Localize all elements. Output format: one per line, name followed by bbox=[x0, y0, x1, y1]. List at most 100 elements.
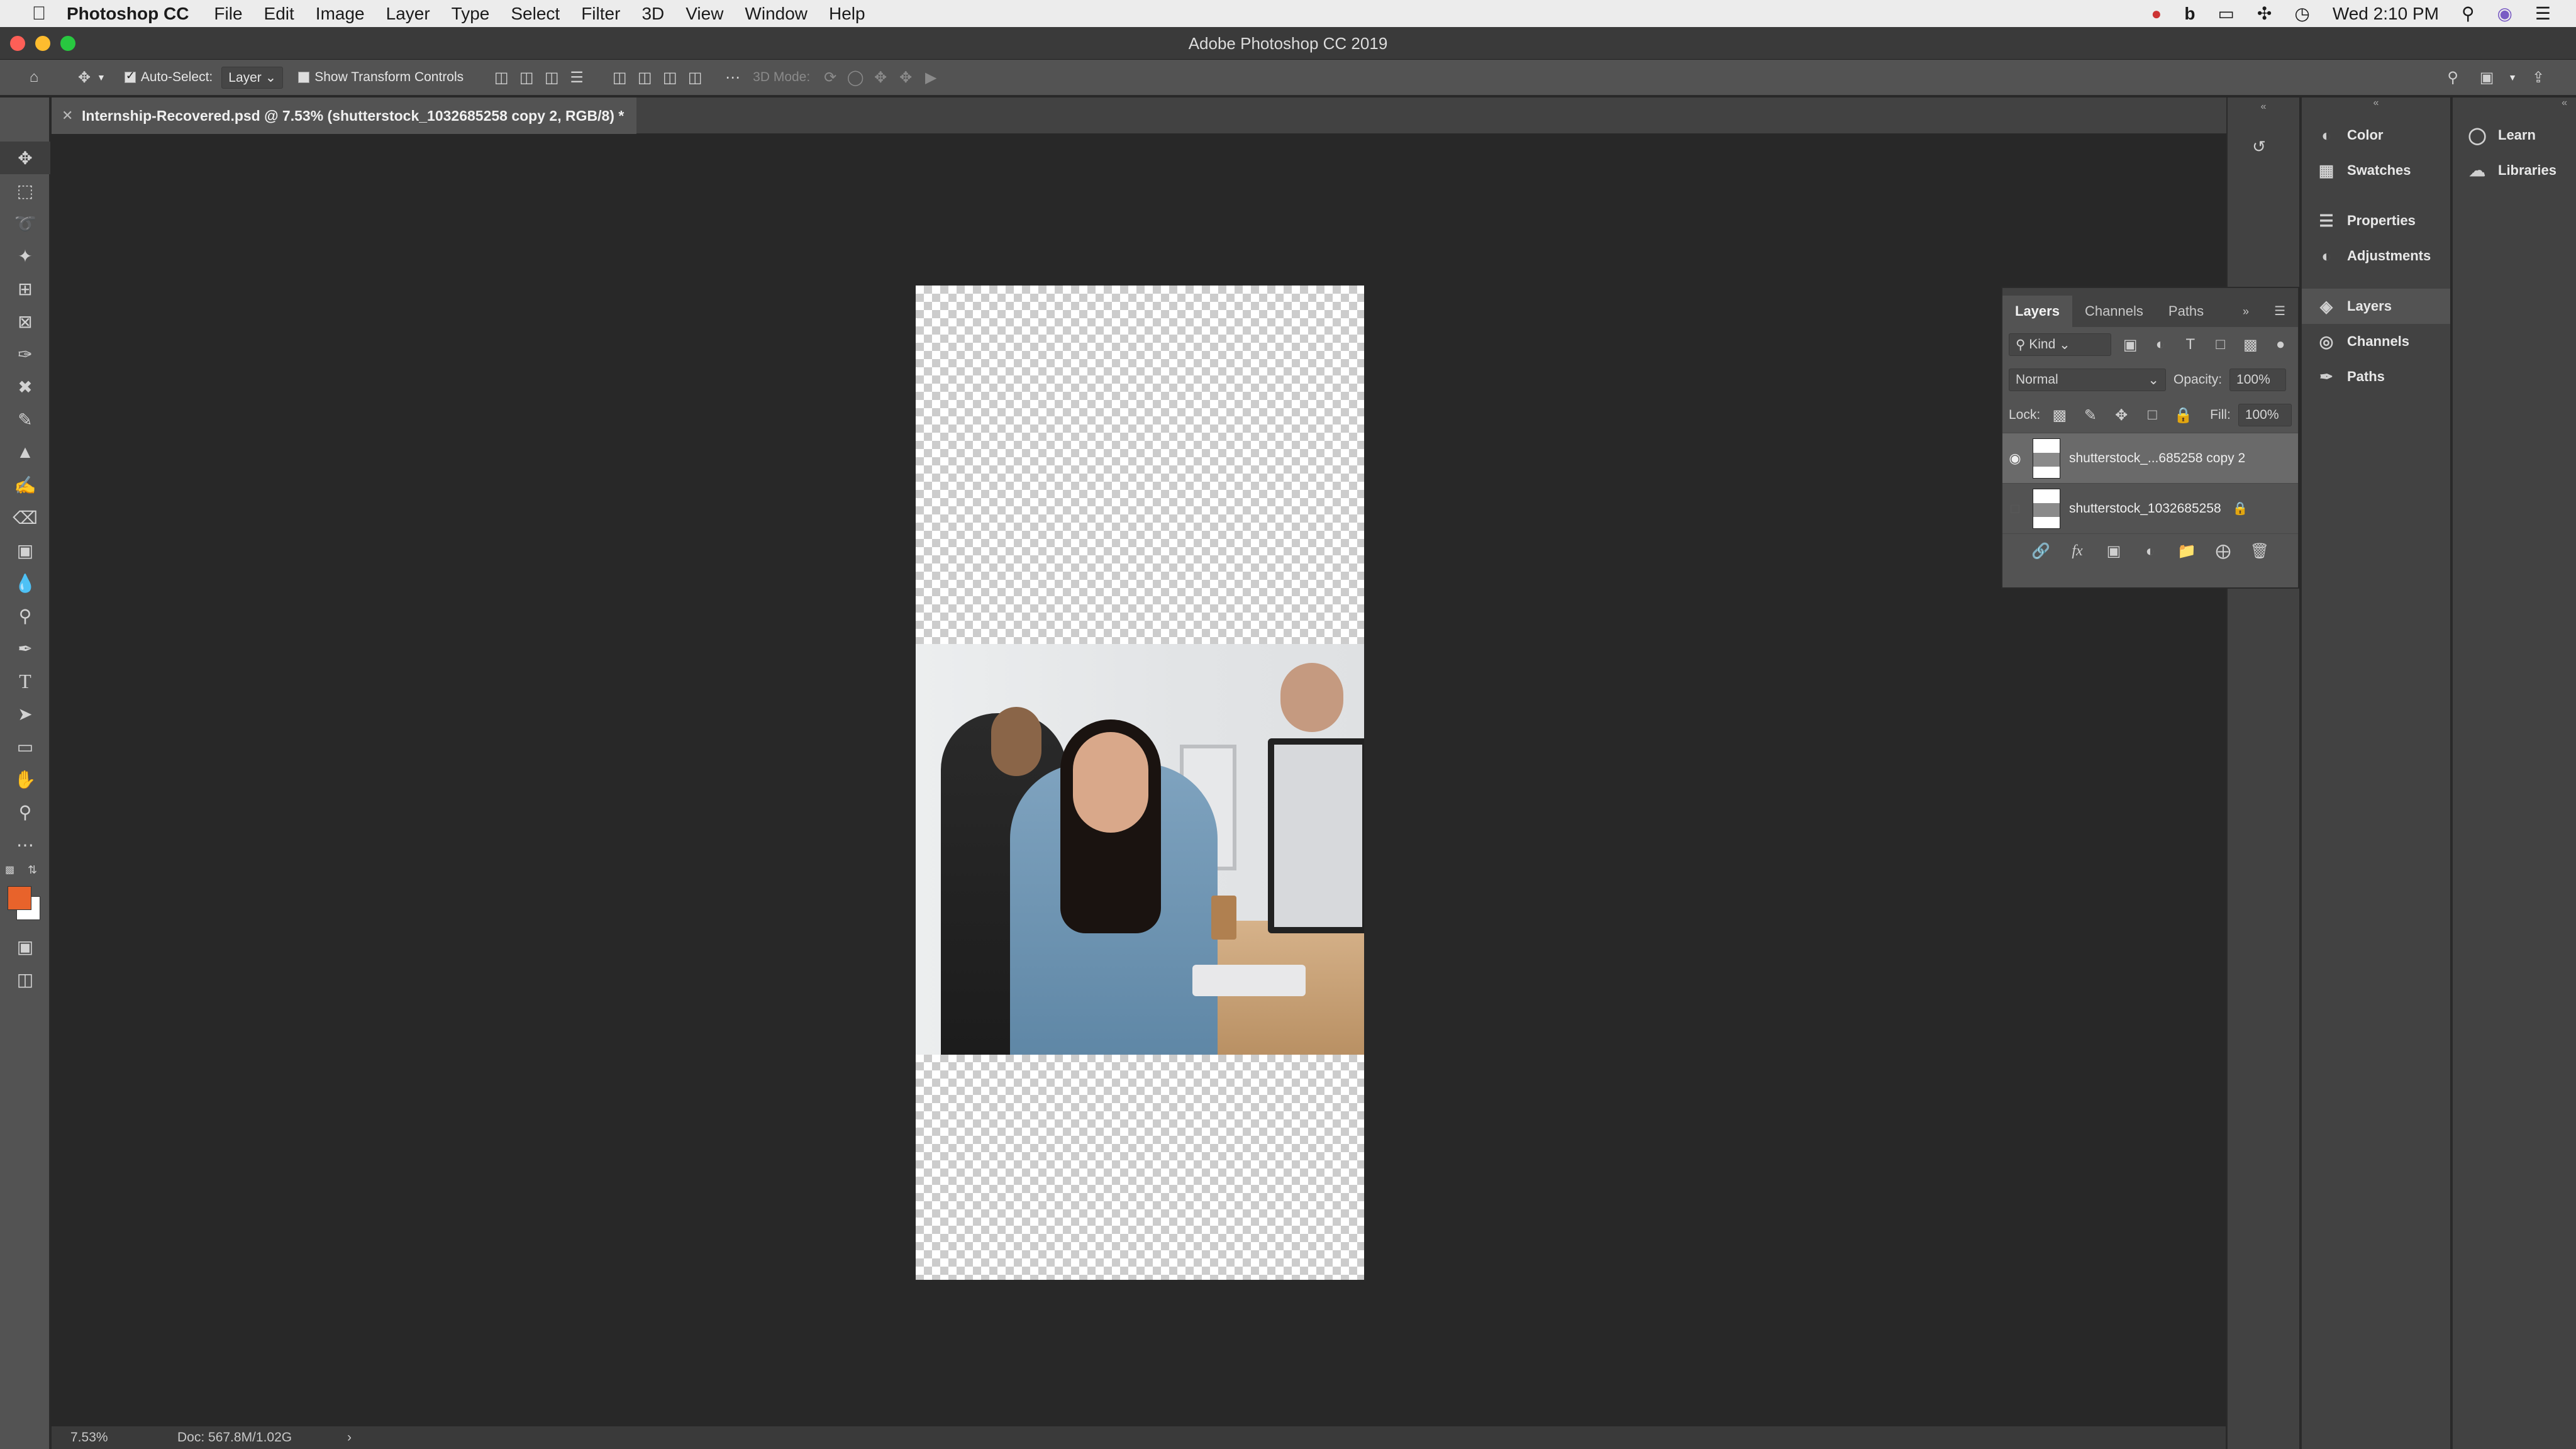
layer-row-copy-2[interactable]: ◉ shutterstock_...685258 copy 2 bbox=[2002, 433, 2298, 483]
tab-layers[interactable]: Layers bbox=[2002, 296, 2072, 327]
filter-toggle-icon[interactable]: ● bbox=[2269, 332, 2292, 357]
collapse-learn-icon[interactable]: « bbox=[2453, 97, 2576, 118]
wifi-icon[interactable]: ◷ bbox=[2294, 3, 2309, 24]
panel-learn[interactable]: ◯ Learn bbox=[2453, 118, 2576, 153]
creative-cloud-icon[interactable]: ● bbox=[2151, 4, 2162, 24]
align-left-icon[interactable]: ◫ bbox=[489, 65, 514, 90]
notification-center-icon[interactable]: ☰ bbox=[2535, 3, 2551, 24]
auto-select-target-dropdown[interactable]: Layer ⌄ bbox=[221, 66, 284, 89]
new-adjustment-icon[interactable]: ◐ bbox=[2138, 539, 2163, 564]
menu-image[interactable]: Image bbox=[316, 4, 365, 24]
menu-select[interactable]: Select bbox=[511, 4, 560, 24]
collapse-panel-icon[interactable]: » bbox=[2230, 296, 2262, 327]
delete-layer-icon[interactable]: 🗑 bbox=[2247, 539, 2272, 564]
panel-paths[interactable]: ✒ Paths bbox=[2302, 359, 2450, 394]
filter-pixel-icon[interactable]: ▣ bbox=[2119, 332, 2141, 357]
siri-icon[interactable]: ◉ bbox=[2497, 3, 2512, 24]
align-center-icon[interactable]: ◫ bbox=[514, 65, 539, 90]
move-tool-icon[interactable]: ✥ bbox=[0, 142, 50, 174]
foreground-color-swatch[interactable] bbox=[8, 886, 31, 910]
menu-filter[interactable]: Filter bbox=[581, 4, 620, 24]
rectangle-tool-icon[interactable]: ▭ bbox=[0, 730, 50, 763]
frame-tool-icon[interactable]: ⊠ bbox=[0, 305, 50, 338]
filter-type-icon[interactable]: T bbox=[2179, 332, 2202, 357]
lock-pixels-icon[interactable]: ✎ bbox=[2079, 402, 2102, 428]
history-brush-tool-icon[interactable]: ✍ bbox=[0, 469, 50, 501]
marquee-tool-icon[interactable]: ⬚ bbox=[0, 174, 50, 207]
menu-window[interactable]: Window bbox=[745, 4, 808, 24]
brush-tool-icon[interactable]: ✎ bbox=[0, 403, 50, 436]
swap-colors-icon[interactable]: ⇅ bbox=[28, 863, 37, 877]
new-group-icon[interactable]: 📁 bbox=[2174, 539, 2199, 564]
menu-view[interactable]: View bbox=[686, 4, 723, 24]
tab-channels[interactable]: Channels bbox=[2072, 296, 2156, 327]
apple-icon[interactable]:  bbox=[26, 3, 52, 25]
menu-3d[interactable]: 3D bbox=[641, 4, 664, 24]
3d-pan-icon[interactable]: ✥ bbox=[868, 65, 893, 90]
clone-stamp-tool-icon[interactable]: ▲ bbox=[0, 436, 50, 469]
add-mask-icon[interactable]: ▣ bbox=[2101, 539, 2126, 564]
spotlight-icon[interactable]: ⚲ bbox=[2462, 3, 2475, 24]
panel-adjustments[interactable]: ◐ Adjustments bbox=[2302, 238, 2450, 274]
panel-channels[interactable]: ◎ Channels bbox=[2302, 324, 2450, 359]
align-middle-icon[interactable]: ◫ bbox=[632, 65, 657, 90]
share-icon[interactable]: ⇪ bbox=[2526, 65, 2551, 90]
healing-brush-tool-icon[interactable]: ✖ bbox=[0, 370, 50, 403]
menu-help[interactable]: Help bbox=[829, 4, 865, 24]
panel-libraries[interactable]: ☁ Libraries bbox=[2453, 153, 2576, 188]
canvas-area[interactable] bbox=[52, 135, 2226, 1426]
pen-tool-icon[interactable]: ✒ bbox=[0, 632, 50, 665]
new-layer-icon[interactable]: ⨁ bbox=[2211, 539, 2236, 564]
close-tab-icon[interactable]: ✕ bbox=[62, 97, 73, 134]
visibility-eye-icon[interactable]: ◉ bbox=[2002, 450, 2028, 467]
lasso-tool-icon[interactable]: ➰ bbox=[0, 207, 50, 240]
menu-edit[interactable]: Edit bbox=[264, 4, 294, 24]
lock-position-icon[interactable]: ✥ bbox=[2110, 402, 2133, 428]
clock[interactable]: Wed 2:10 PM bbox=[2333, 4, 2439, 24]
panel-layers[interactable]: ◈ Layers bbox=[2302, 289, 2450, 324]
menu-type[interactable]: Type bbox=[452, 4, 490, 24]
layer-name[interactable]: shutterstock_...685258 copy 2 bbox=[2069, 451, 2245, 466]
chevron-down-icon[interactable]: ▼ bbox=[97, 72, 106, 82]
filter-smart-object-icon[interactable]: ▩ bbox=[2239, 332, 2262, 357]
workspace-chevron-icon[interactable]: ▼ bbox=[2508, 72, 2517, 82]
menu-layer[interactable]: Layer bbox=[386, 4, 430, 24]
opacity-input[interactable]: 100% bbox=[2229, 369, 2287, 391]
3d-orbit-icon[interactable]: ⟳ bbox=[818, 65, 843, 90]
filter-kind-dropdown[interactable]: ⚲ Kind ⌄ bbox=[2009, 333, 2112, 356]
eraser-tool-icon[interactable]: ⌫ bbox=[0, 501, 50, 534]
workspace-icon[interactable]: ▣ bbox=[2474, 65, 2499, 90]
collapse-arrows-icon[interactable]: « bbox=[2228, 97, 2299, 130]
home-icon[interactable]: ⌂ bbox=[21, 65, 47, 90]
crop-tool-icon[interactable]: ⊞ bbox=[0, 272, 50, 305]
panel-swatches[interactable]: ▦ Swatches bbox=[2302, 153, 2450, 188]
b-app-icon[interactable]: b bbox=[2184, 4, 2195, 24]
show-transform-checkbox[interactable] bbox=[298, 72, 310, 83]
more-options-icon[interactable]: ⋯ bbox=[720, 65, 745, 90]
3d-scale-icon[interactable]: ▶ bbox=[918, 65, 943, 90]
move-tool-preset-icon[interactable]: ✥ bbox=[72, 65, 97, 90]
layer-row-original[interactable]: □ shutterstock_1032685258 🔒 bbox=[2002, 483, 2298, 533]
3d-roll-icon[interactable]: ◯ bbox=[843, 65, 868, 90]
tab-paths[interactable]: Paths bbox=[2156, 296, 2216, 327]
distribute-icon[interactable]: ☰ bbox=[564, 65, 589, 90]
zoom-tool-icon[interactable]: ⚲ bbox=[0, 796, 50, 828]
align-top-icon[interactable]: ◫ bbox=[607, 65, 632, 90]
link-layers-icon[interactable]: 🔗 bbox=[2028, 539, 2053, 564]
path-selection-tool-icon[interactable]: ➤ bbox=[0, 697, 50, 730]
expand-panels-icon[interactable]: « bbox=[2302, 97, 2450, 118]
magic-wand-tool-icon[interactable]: ✦ bbox=[0, 240, 50, 272]
3d-slide-icon[interactable]: ✥ bbox=[893, 65, 918, 90]
display-icon[interactable]: ▭ bbox=[2218, 3, 2234, 24]
document-canvas[interactable] bbox=[916, 286, 1364, 1280]
filter-adjustment-icon[interactable]: ◐ bbox=[2149, 332, 2172, 357]
eyedropper-tool-icon[interactable]: ✑ bbox=[0, 338, 50, 370]
gradient-tool-icon[interactable]: ▣ bbox=[0, 534, 50, 567]
status-menu-arrow[interactable]: › bbox=[347, 1430, 352, 1445]
hand-tool-icon[interactable]: ✋ bbox=[0, 763, 50, 796]
layer-style-icon[interactable]: fx bbox=[2065, 539, 2090, 564]
blur-tool-icon[interactable]: 💧 bbox=[0, 567, 50, 599]
lock-transparency-icon[interactable]: ▩ bbox=[2048, 402, 2071, 428]
panel-menu-icon[interactable]: ☰ bbox=[2262, 296, 2298, 327]
zoom-level[interactable]: 7.53% bbox=[70, 1430, 177, 1445]
